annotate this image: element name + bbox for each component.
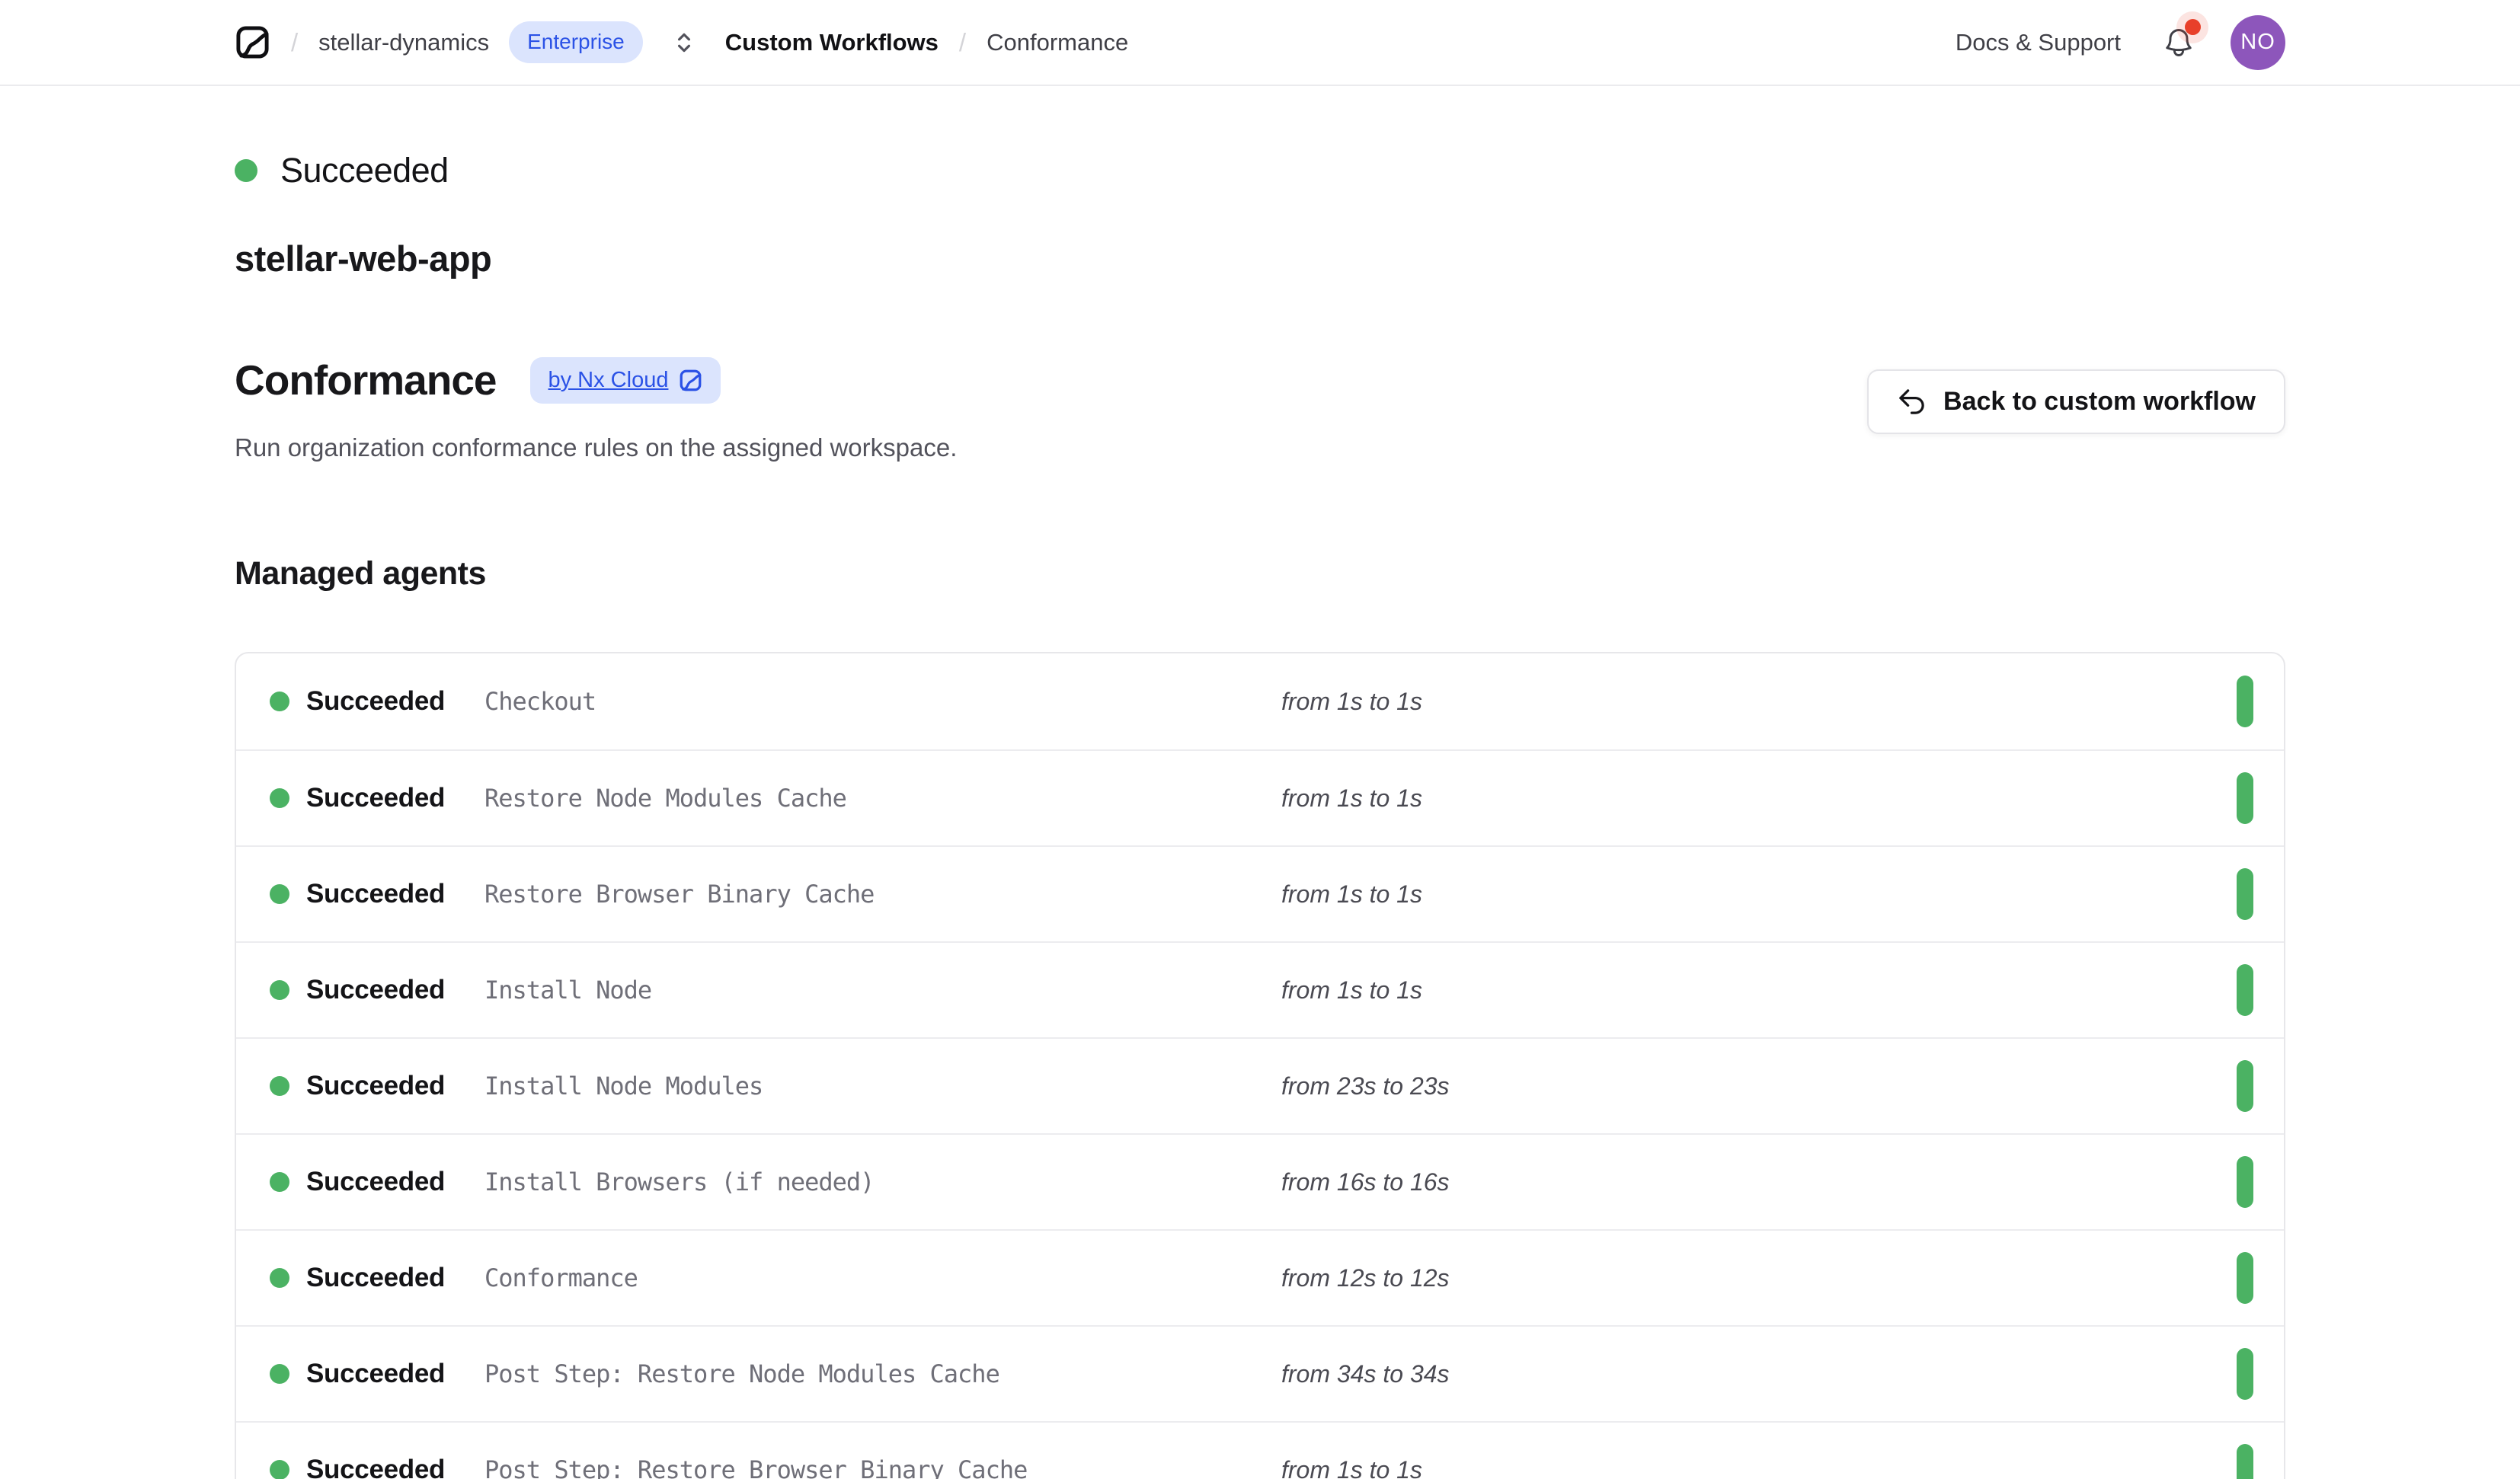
- agent-status-pill: [2237, 1444, 2253, 1479]
- agent-status-cell: Succeeded: [270, 879, 484, 909]
- agent-step-row[interactable]: Succeeded Conformance from 12s to 12s: [236, 1229, 2284, 1325]
- nx-cloud-badge-icon: [679, 369, 702, 392]
- agent-status-label: Succeeded: [306, 1359, 445, 1389]
- agent-status-cell: Succeeded: [270, 1071, 484, 1101]
- workflow-description: Run organization conformance rules on th…: [235, 433, 957, 462]
- notifications-button[interactable]: [2162, 26, 2195, 59]
- breadcrumb-org[interactable]: stellar-dynamics: [318, 29, 489, 56]
- arrow-uturn-left-icon: [1897, 387, 1927, 417]
- agent-status-pill: [2237, 676, 2253, 727]
- agent-status-cell: Succeeded: [270, 1455, 484, 1479]
- agent-step-name: Post Step: Restore Node Modules Cache: [484, 1359, 1281, 1388]
- agent-status-label: Succeeded: [306, 879, 445, 909]
- agent-step-duration: from 12s to 12s: [1281, 1264, 2237, 1292]
- agent-step-duration: from 1s to 1s: [1281, 688, 2237, 716]
- agent-step-duration: from 1s to 1s: [1281, 1456, 2237, 1479]
- agent-step-duration: from 1s to 1s: [1281, 880, 2237, 909]
- agent-status-pill: [2237, 1348, 2253, 1400]
- status-success-dot: [270, 980, 289, 1000]
- status-success-dot: [235, 159, 257, 182]
- agent-status-cell: Succeeded: [270, 783, 484, 813]
- agent-step-name: Install Node: [484, 976, 1281, 1005]
- agent-step-row[interactable]: Succeeded Install Node from 1s to 1s: [236, 941, 2284, 1037]
- by-nx-cloud-label: by Nx Cloud: [548, 368, 669, 393]
- agent-status-cell: Succeeded: [270, 975, 484, 1005]
- breadcrumb-conformance: Conformance: [987, 29, 1128, 56]
- agent-step-row[interactable]: Succeeded Install Node Modules from 23s …: [236, 1037, 2284, 1133]
- nx-cloud-logo-icon: [235, 24, 270, 60]
- agent-step-duration: from 34s to 34s: [1281, 1360, 2237, 1388]
- agent-step-name: Checkout: [484, 687, 1281, 716]
- status-success-dot: [270, 1172, 289, 1192]
- notification-dot: [2185, 19, 2201, 35]
- agent-status-pill: [2237, 1060, 2253, 1112]
- workflow-title-block: Conformance by Nx Cloud Run organization…: [235, 356, 957, 462]
- workflow-header: Conformance by Nx Cloud Run organization…: [235, 356, 2285, 462]
- breadcrumb-separator: /: [291, 28, 298, 57]
- agent-status-label: Succeeded: [306, 975, 445, 1005]
- status-success-dot: [270, 1268, 289, 1288]
- agent-status-label: Succeeded: [306, 1263, 445, 1293]
- enterprise-badge: Enterprise: [509, 21, 643, 63]
- agent-step-row[interactable]: Succeeded Post Step: Restore Node Module…: [236, 1325, 2284, 1421]
- agent-step-row[interactable]: Succeeded Restore Node Modules Cache fro…: [236, 749, 2284, 845]
- back-to-custom-workflow-button[interactable]: Back to custom workflow: [1867, 369, 2285, 434]
- agent-status-label: Succeeded: [306, 1167, 445, 1197]
- user-avatar[interactable]: NO: [2231, 15, 2285, 70]
- agent-status-label: Succeeded: [306, 686, 445, 717]
- agent-step-duration: from 16s to 16s: [1281, 1168, 2237, 1196]
- workspace-switcher-button[interactable]: [672, 30, 696, 55]
- by-nx-cloud-badge[interactable]: by Nx Cloud: [530, 357, 721, 404]
- agent-step-row[interactable]: Succeeded Install Browsers (if needed) f…: [236, 1133, 2284, 1229]
- agent-step-name: Conformance: [484, 1263, 1281, 1292]
- workflow-title: Conformance: [235, 356, 497, 404]
- agent-status-label: Succeeded: [306, 1455, 445, 1479]
- top-nav: / stellar-dynamics Enterprise Custom Wor…: [0, 0, 2520, 86]
- agent-step-row[interactable]: Succeeded Post Step: Restore Browser Bin…: [236, 1421, 2284, 1479]
- back-button-label: Back to custom workflow: [1943, 387, 2256, 417]
- breadcrumb-separator: /: [959, 28, 966, 57]
- main-content: Succeeded stellar-web-app Conformance by…: [235, 86, 2285, 1479]
- agent-status-pill: [2237, 1156, 2253, 1208]
- agent-step-duration: from 1s to 1s: [1281, 976, 2237, 1005]
- nx-cloud-logo[interactable]: [235, 24, 270, 60]
- agent-step-name: Post Step: Restore Browser Binary Cache: [484, 1455, 1281, 1479]
- status-success-dot: [270, 1076, 289, 1096]
- agent-step-duration: from 23s to 23s: [1281, 1072, 2237, 1100]
- status-success-dot: [270, 692, 289, 711]
- agent-step-row[interactable]: Succeeded Restore Browser Binary Cache f…: [236, 845, 2284, 941]
- agent-status-pill: [2237, 772, 2253, 824]
- avatar-initials: NO: [2240, 30, 2275, 55]
- managed-agents-list: Succeeded Checkout from 1s to 1s Succeed…: [235, 652, 2285, 1479]
- status-success-dot: [270, 1364, 289, 1384]
- docs-support-link[interactable]: Docs & Support: [1956, 29, 2121, 56]
- run-status: Succeeded: [235, 86, 2285, 190]
- agent-status-label: Succeeded: [306, 783, 445, 813]
- notification-badge: [2176, 11, 2208, 43]
- agent-step-duration: from 1s to 1s: [1281, 784, 2237, 813]
- agent-status-pill: [2237, 1252, 2253, 1304]
- agent-status-cell: Succeeded: [270, 686, 484, 717]
- status-success-dot: [270, 1460, 289, 1479]
- agent-status-cell: Succeeded: [270, 1359, 484, 1389]
- agent-step-name: Install Node Modules: [484, 1072, 1281, 1100]
- run-status-label: Succeeded: [280, 151, 449, 190]
- agent-status-cell: Succeeded: [270, 1167, 484, 1197]
- agent-status-pill: [2237, 964, 2253, 1016]
- agent-status-cell: Succeeded: [270, 1263, 484, 1293]
- managed-agents-title: Managed agents: [235, 555, 2285, 593]
- workspace-name: stellar-web-app: [235, 238, 2285, 280]
- agent-status-label: Succeeded: [306, 1071, 445, 1101]
- agent-step-name: Restore Node Modules Cache: [484, 784, 1281, 813]
- agent-status-pill: [2237, 868, 2253, 920]
- status-success-dot: [270, 788, 289, 808]
- agent-step-row[interactable]: Succeeded Checkout from 1s to 1s: [236, 653, 2284, 749]
- agent-step-name: Restore Browser Binary Cache: [484, 880, 1281, 909]
- agent-step-name: Install Browsers (if needed): [484, 1168, 1281, 1196]
- status-success-dot: [270, 884, 289, 904]
- chevron-up-down-icon: [672, 30, 696, 55]
- breadcrumb-custom-workflows[interactable]: Custom Workflows: [725, 29, 939, 56]
